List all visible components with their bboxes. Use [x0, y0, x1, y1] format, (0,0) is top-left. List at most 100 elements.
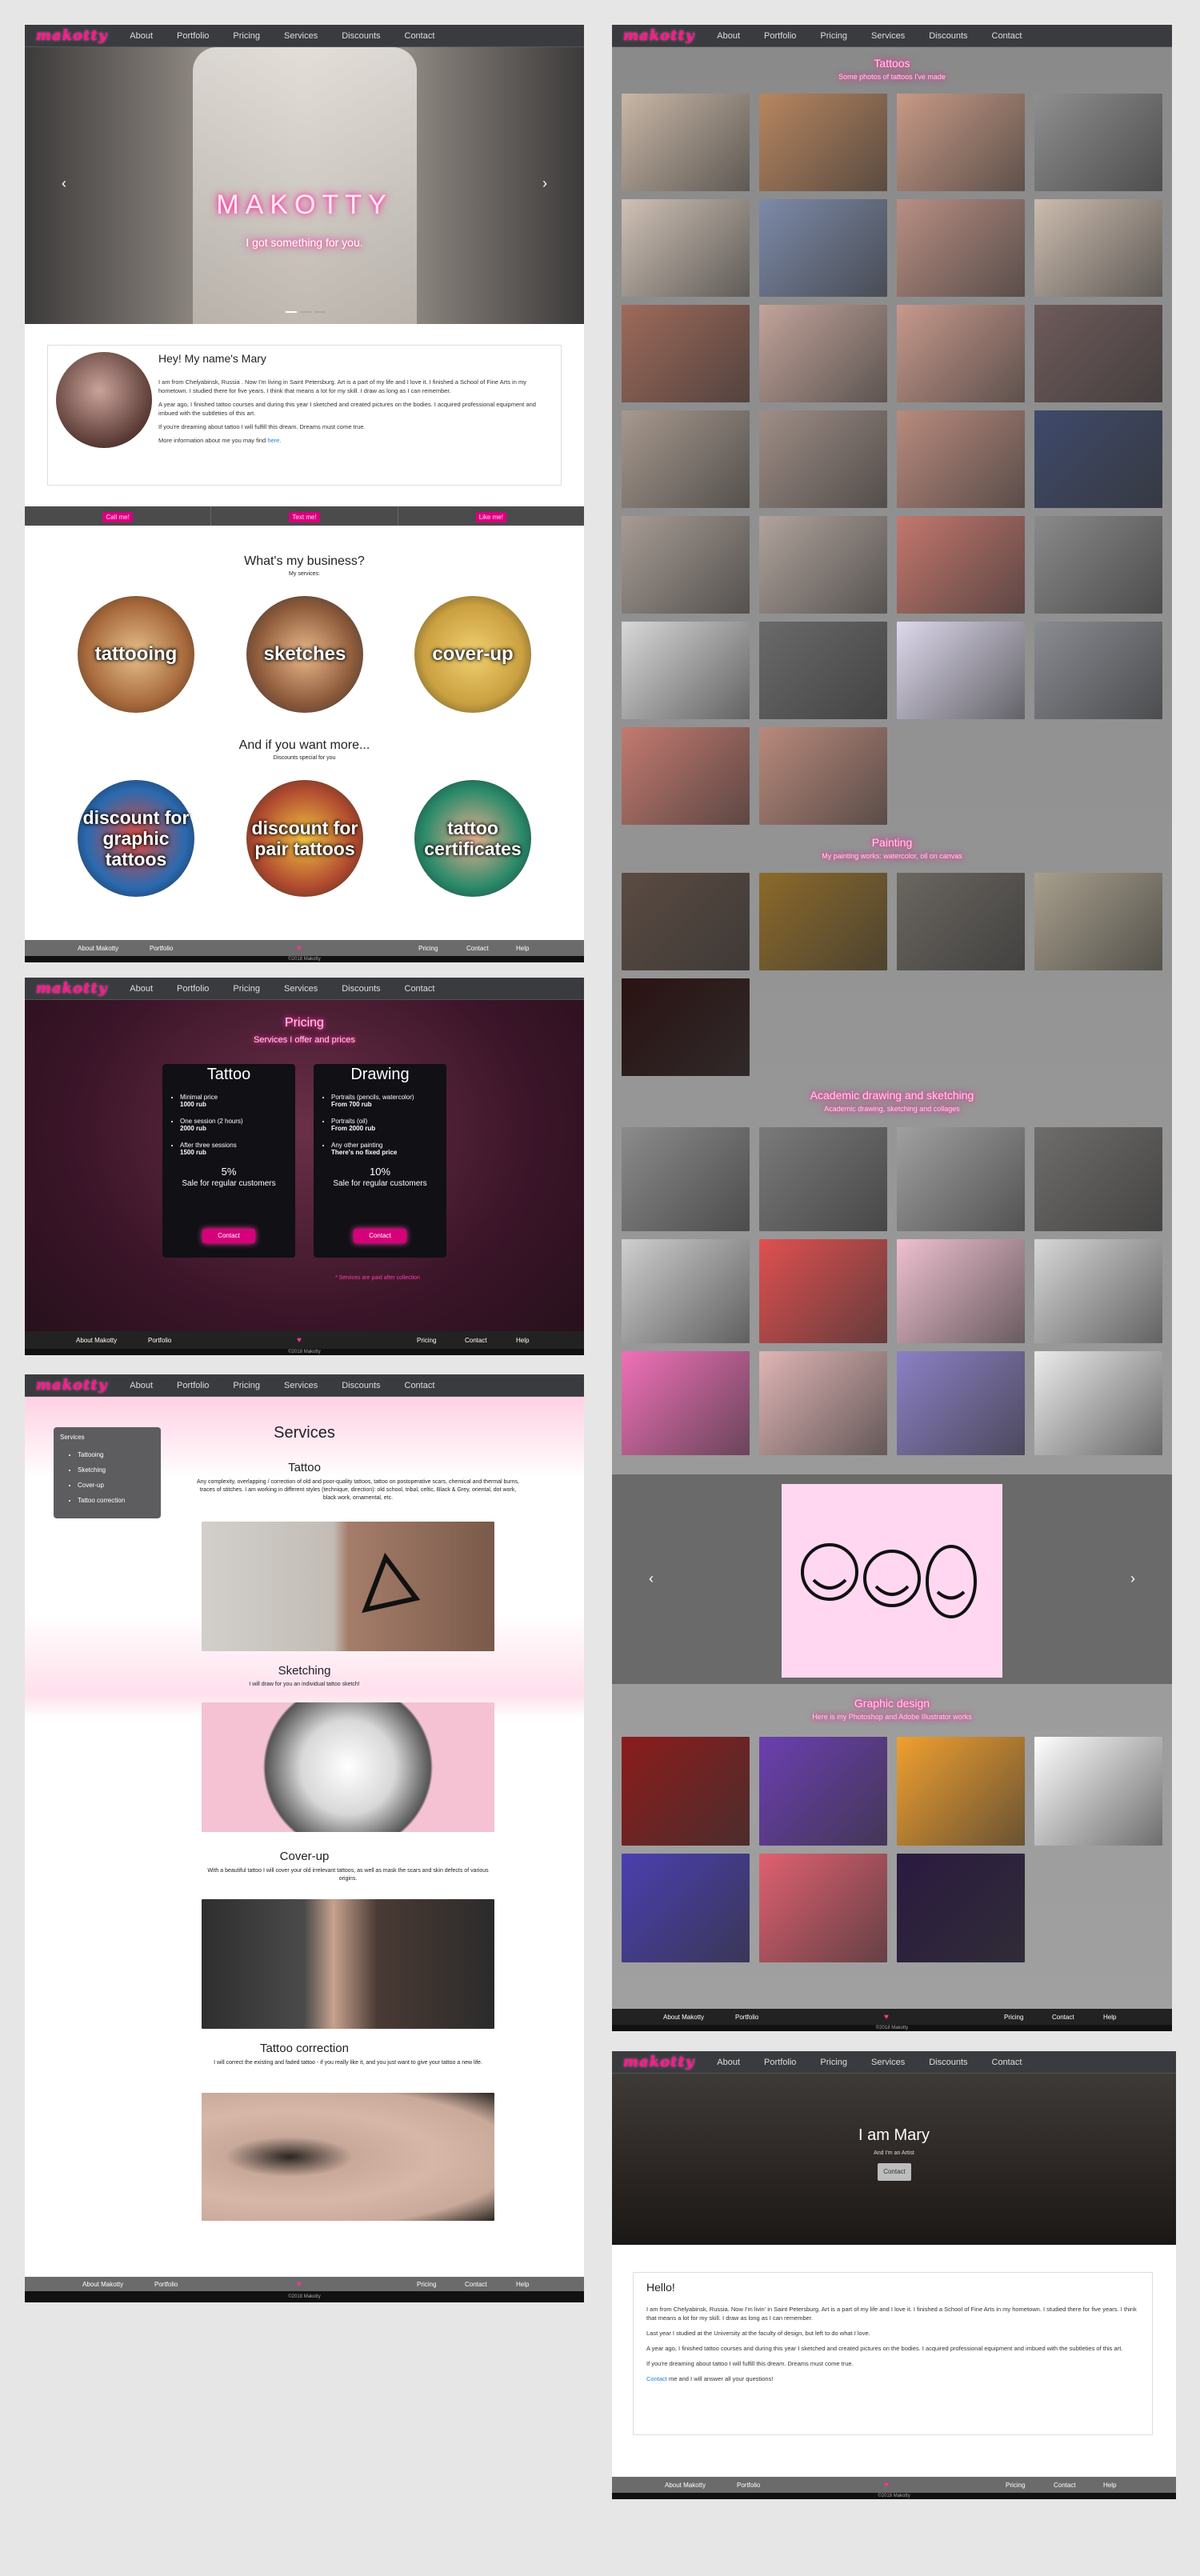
tattoo-thumbnail[interactable] — [759, 199, 887, 297]
tattoo-thumbnail[interactable] — [1034, 305, 1162, 402]
graphic-thumbnail[interactable] — [622, 1737, 750, 1846]
tattoo-thumbnail[interactable] — [759, 727, 887, 825]
logo[interactable]: makotty — [36, 27, 107, 44]
graphic-thumbnail[interactable] — [897, 1854, 1025, 1962]
side-menu-cover-up[interactable]: Cover-up — [78, 1478, 154, 1493]
nav-contact[interactable]: Contact — [992, 2058, 1022, 2067]
nav-contact[interactable]: Contact — [405, 984, 435, 994]
text-button[interactable]: Text me! — [289, 512, 320, 522]
tattoo-thumbnail[interactable] — [1034, 622, 1162, 719]
contact-button[interactable]: Contact — [202, 1229, 255, 1243]
academic-thumbnail[interactable] — [759, 1127, 887, 1231]
contact-link[interactable]: Contact — [646, 2375, 667, 2382]
nav-pricing[interactable]: Pricing — [233, 1381, 260, 1390]
footer-help[interactable]: Help — [1103, 2014, 1116, 2021]
like-button[interactable]: Like me! — [475, 512, 506, 522]
nav-contact[interactable]: Contact — [405, 1381, 435, 1390]
tattoo-thumbnail[interactable] — [897, 94, 1025, 191]
tattoo-thumbnail[interactable] — [897, 410, 1025, 508]
service-cover-up[interactable]: cover-up — [414, 596, 531, 713]
tattoo-thumbnail[interactable] — [759, 94, 887, 191]
footer-contact[interactable]: Contact — [1052, 2014, 1074, 2021]
nav-portfolio[interactable]: Portfolio — [177, 1381, 209, 1390]
call-button[interactable]: Call me! — [102, 512, 133, 522]
tattoo-thumbnail[interactable] — [759, 622, 887, 719]
tattoo-thumbnail[interactable] — [1034, 410, 1162, 508]
footer-pricing[interactable]: Pricing — [417, 1337, 436, 1344]
contact-button[interactable]: Contact — [354, 1229, 406, 1243]
carousel-prev-icon[interactable]: ‹ — [649, 1570, 654, 1587]
carousel-indicator[interactable] — [314, 311, 326, 313]
discount-certificates[interactable]: tattoo certificates — [414, 780, 531, 897]
tattoo-thumbnail[interactable] — [897, 199, 1025, 297]
painting-thumbnail[interactable] — [622, 978, 750, 1076]
footer-contact[interactable]: Contact — [465, 1337, 487, 1344]
hero-contact-button[interactable]: Contact — [878, 2163, 911, 2181]
footer-portfolio[interactable]: Portfolio — [154, 2281, 178, 2288]
footer-contact[interactable]: Contact — [1054, 2482, 1076, 2489]
footer-about[interactable]: About Makotty — [82, 2281, 123, 2288]
footer-help[interactable]: Help — [516, 1337, 529, 1344]
nav-discounts[interactable]: Discounts — [342, 984, 380, 994]
nav-portfolio[interactable]: Portfolio — [764, 2058, 796, 2067]
service-sketches[interactable]: sketches — [246, 596, 363, 713]
footer-pricing[interactable]: Pricing — [418, 945, 438, 952]
painting-thumbnail[interactable] — [897, 873, 1025, 970]
tattoo-thumbnail[interactable] — [759, 305, 887, 402]
nav-about[interactable]: About — [130, 1381, 153, 1390]
graphic-thumbnail[interactable] — [897, 1737, 1025, 1846]
tattoo-thumbnail[interactable] — [622, 305, 750, 402]
nav-contact[interactable]: Contact — [992, 31, 1022, 41]
nav-discounts[interactable]: Discounts — [929, 31, 967, 41]
footer-portfolio[interactable]: Portfolio — [735, 2014, 758, 2021]
footer-about[interactable]: About Makotty — [76, 1337, 117, 1344]
nav-services[interactable]: Services — [284, 31, 318, 41]
footer-portfolio[interactable]: Portfolio — [148, 1337, 171, 1344]
academic-thumbnail[interactable] — [1034, 1351, 1162, 1455]
footer-about[interactable]: About Makotty — [663, 2014, 704, 2021]
nav-pricing[interactable]: Pricing — [233, 31, 260, 41]
footer-help[interactable]: Help — [516, 2281, 529, 2288]
carousel-indicator[interactable] — [300, 311, 311, 313]
nav-services[interactable]: Services — [284, 1381, 318, 1390]
discount-graphic[interactable]: discount for graphic tattoos — [78, 780, 194, 897]
nav-services[interactable]: Services — [871, 31, 905, 41]
tattoo-thumbnail[interactable] — [622, 622, 750, 719]
academic-thumbnail[interactable] — [622, 1239, 750, 1343]
footer-contact[interactable]: Contact — [465, 2281, 487, 2288]
tattoo-thumbnail[interactable] — [622, 199, 750, 297]
nav-pricing[interactable]: Pricing — [233, 984, 260, 994]
academic-thumbnail[interactable] — [1034, 1127, 1162, 1231]
nav-portfolio[interactable]: Portfolio — [177, 31, 209, 41]
nav-pricing[interactable]: Pricing — [820, 31, 847, 41]
nav-discounts[interactable]: Discounts — [342, 31, 380, 41]
nav-services[interactable]: Services — [284, 984, 318, 994]
tattoo-thumbnail[interactable] — [1034, 199, 1162, 297]
logo[interactable]: makotty — [623, 2054, 694, 2070]
logo[interactable]: makotty — [623, 27, 694, 44]
footer-portfolio[interactable]: Portfolio — [737, 2482, 760, 2489]
graphic-thumbnail[interactable] — [759, 1854, 887, 1962]
nav-discounts[interactable]: Discounts — [342, 1381, 380, 1390]
graphic-thumbnail[interactable] — [1034, 1737, 1162, 1846]
footer-about[interactable]: About Makotty — [78, 945, 118, 952]
carousel-next-icon[interactable]: › — [1130, 1570, 1135, 1587]
tattoo-thumbnail[interactable] — [759, 410, 887, 508]
nav-about[interactable]: About — [717, 31, 740, 41]
academic-thumbnail[interactable] — [759, 1351, 887, 1455]
about-link[interactable]: here. — [267, 437, 281, 444]
nav-about[interactable]: About — [130, 984, 153, 994]
carousel-indicator[interactable] — [286, 311, 297, 313]
logo[interactable]: makotty — [36, 1377, 107, 1394]
footer-pricing[interactable]: Pricing — [1004, 2014, 1023, 2021]
footer-help[interactable]: Help — [516, 945, 529, 952]
tattoo-thumbnail[interactable] — [622, 94, 750, 191]
footer-about[interactable]: About Makotty — [665, 2482, 706, 2489]
nav-services[interactable]: Services — [871, 2058, 905, 2067]
nav-discounts[interactable]: Discounts — [929, 2058, 967, 2067]
academic-thumbnail[interactable] — [622, 1351, 750, 1455]
graphic-thumbnail[interactable] — [759, 1737, 887, 1846]
academic-thumbnail[interactable] — [897, 1239, 1025, 1343]
footer-help[interactable]: Help — [1103, 2482, 1116, 2489]
discount-pair[interactable]: discount for pair tattoos — [246, 780, 363, 897]
